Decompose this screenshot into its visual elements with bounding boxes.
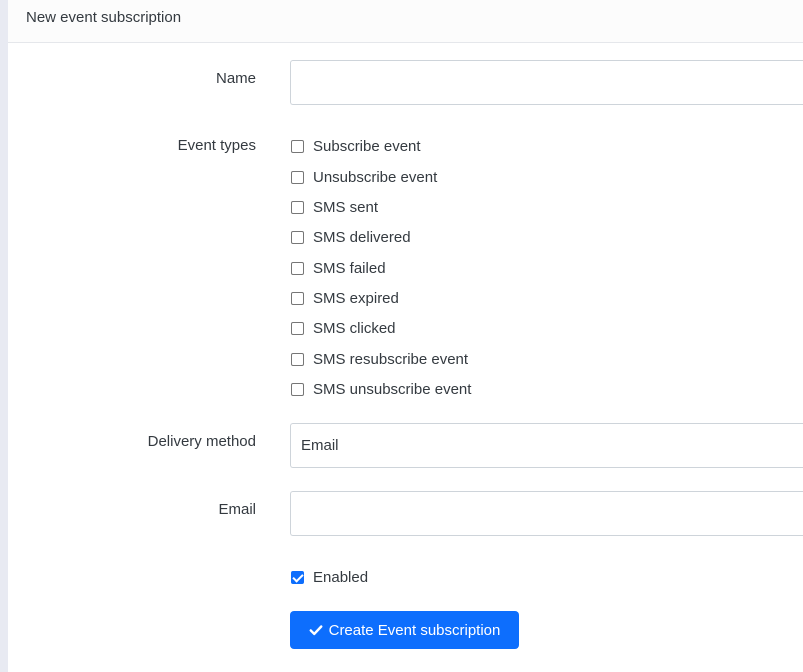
create-event-subscription-label: Create Event subscription xyxy=(328,621,501,639)
card-header: New event subscription xyxy=(8,0,803,43)
checkbox-icon[interactable] xyxy=(291,200,304,214)
checkbox-icon[interactable] xyxy=(291,321,304,335)
event-type-option-label: Unsubscribe event xyxy=(313,168,438,186)
checkbox-icon[interactable] xyxy=(291,291,304,305)
event-type-option-label: SMS resubscribe event xyxy=(313,350,469,368)
event-type-option-label: SMS delivered xyxy=(313,228,411,246)
event-type-option[interactable]: SMS resubscribe event xyxy=(291,349,468,369)
checkbox-icon[interactable] xyxy=(291,139,304,153)
event-type-option[interactable]: SMS failed xyxy=(291,258,386,278)
event-type-option[interactable]: SMS delivered xyxy=(291,227,411,247)
checkbox-icon[interactable] xyxy=(291,352,304,366)
page-title: New event subscription xyxy=(26,9,182,26)
checkbox-icon[interactable] xyxy=(291,170,304,184)
event-type-option[interactable]: SMS unsubscribe event xyxy=(291,379,471,399)
check-icon xyxy=(309,625,323,636)
name-input[interactable] xyxy=(290,60,803,105)
event-type-option-label: Subscribe event xyxy=(313,137,421,155)
event-type-option[interactable]: Unsubscribe event xyxy=(291,167,437,187)
checkbox-icon[interactable] xyxy=(291,261,304,275)
enabled-label: Enabled xyxy=(313,568,369,586)
event-type-option[interactable]: Subscribe event xyxy=(291,136,421,156)
delivery-method-select[interactable]: Email xyxy=(290,423,803,468)
event-subscription-card: New event subscription Name Event types … xyxy=(8,0,803,672)
checkbox-icon[interactable] xyxy=(291,230,304,244)
event-type-option-label: SMS unsubscribe event xyxy=(313,380,472,398)
enabled-toggle[interactable]: Enabled xyxy=(291,567,368,587)
email-label: Email xyxy=(218,501,256,518)
event-types-label: Event types xyxy=(177,137,256,154)
event-type-option[interactable]: SMS sent xyxy=(291,197,378,217)
email-input[interactable] xyxy=(290,491,803,536)
delivery-method-label: Delivery method xyxy=(147,433,256,450)
event-type-option-label: SMS failed xyxy=(313,259,386,277)
event-type-option-label: SMS sent xyxy=(313,198,379,216)
event-type-option-label: SMS clicked xyxy=(313,319,396,337)
checkbox-checked-icon[interactable] xyxy=(291,570,304,584)
name-label: Name xyxy=(215,70,256,87)
event-type-option[interactable]: SMS clicked xyxy=(291,318,396,338)
checkbox-icon[interactable] xyxy=(291,382,304,396)
create-event-subscription-button[interactable]: Create Event subscription xyxy=(290,611,519,649)
event-type-option-label: SMS expired xyxy=(313,289,399,307)
event-type-option[interactable]: SMS expired xyxy=(291,288,399,308)
